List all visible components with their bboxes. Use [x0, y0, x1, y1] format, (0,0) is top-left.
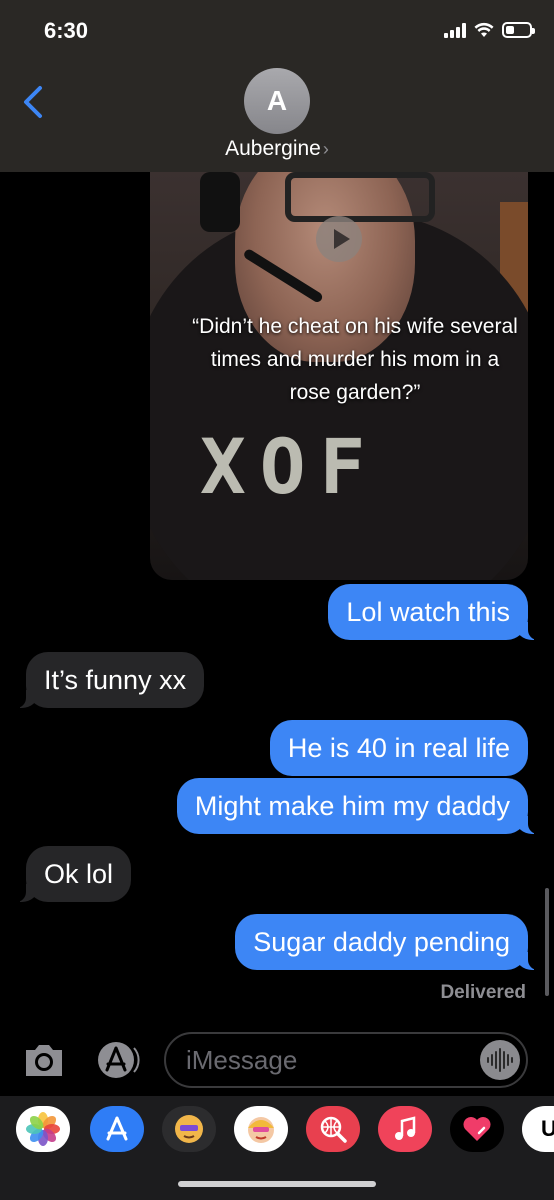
heart-icon[interactable] — [450, 1106, 504, 1152]
photos-icon[interactable] — [16, 1106, 70, 1152]
memoji-icon[interactable] — [162, 1106, 216, 1152]
message-bubble-received[interactable]: It’s funny xx — [13, 652, 205, 708]
status-indicators — [444, 22, 535, 38]
battery-icon — [502, 22, 535, 38]
scroll-indicator — [545, 888, 549, 996]
video-caption: “Didn’t he cheat on his wife several tim… — [192, 315, 518, 404]
audio-waveform-icon[interactable] — [480, 1040, 520, 1080]
back-chevron-icon[interactable] — [18, 82, 48, 122]
cellular-signal-icon — [444, 22, 466, 38]
message-input[interactable]: iMessage — [164, 1032, 528, 1088]
camera-icon[interactable] — [22, 1040, 66, 1080]
delivery-status: Delivered — [440, 982, 526, 1003]
app-store-icon[interactable] — [94, 1040, 142, 1080]
headset-image — [200, 172, 240, 232]
wifi-icon — [474, 22, 494, 37]
status-time: 6:30 — [44, 18, 89, 43]
shirt-text: XOF — [200, 422, 380, 511]
play-icon[interactable] — [316, 216, 362, 262]
message-bubble-sent[interactable]: Might make him my daddy — [176, 778, 541, 834]
chevron-right-icon: › — [322, 139, 329, 159]
conversation-header: 6:30 A Aubergine › — [0, 0, 554, 172]
app-icon[interactable]: U — [522, 1106, 554, 1152]
contact-name-button[interactable]: Aubergine › — [0, 137, 554, 161]
appstore-icon[interactable] — [90, 1106, 144, 1152]
home-indicator[interactable] — [178, 1181, 376, 1187]
message-bubble-received[interactable]: Ok lol — [13, 846, 132, 902]
message-bubble-sent[interactable]: Sugar daddy pending — [235, 914, 540, 970]
message-text: Ok lol — [44, 859, 114, 889]
globe-search-icon[interactable] — [306, 1106, 360, 1152]
video-attachment[interactable]: “Didn’t he cheat on his wife several tim… — [150, 172, 528, 580]
message-text: Might make him my daddy — [194, 791, 510, 821]
message-text: Lol watch this — [346, 597, 510, 627]
message-input-placeholder: iMessage — [186, 1045, 298, 1075]
contact-avatar[interactable]: A — [244, 68, 310, 134]
music-note-icon[interactable] — [378, 1106, 432, 1152]
avatar-initial: A — [266, 85, 288, 116]
message-text: He is 40 in real life — [287, 733, 510, 763]
message-text: Sugar daddy pending — [253, 927, 510, 957]
memoji-icon[interactable] — [234, 1106, 288, 1152]
contact-name: Aubergine — [225, 137, 321, 160]
message-text: It’s funny xx — [44, 665, 187, 695]
message-bubble-sent[interactable]: He is 40 in real life — [269, 720, 528, 776]
message-bubble-sent[interactable]: Lol watch this — [328, 584, 540, 640]
